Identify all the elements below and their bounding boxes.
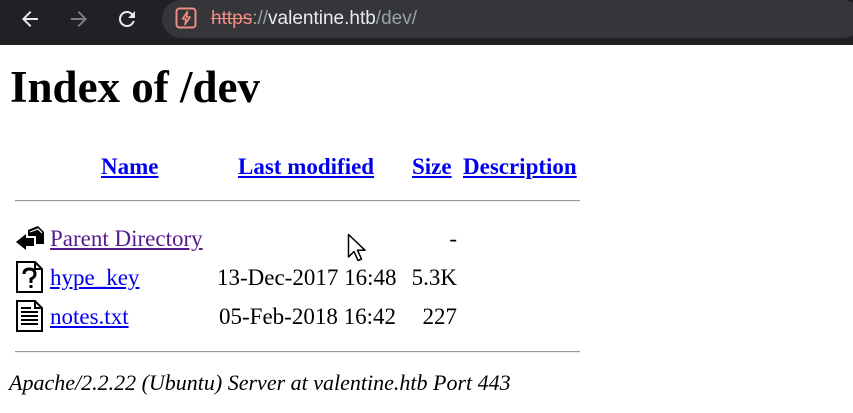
file-link-hype-key[interactable]: hype_key [50,264,139,292]
back-button[interactable] [17,6,43,32]
header-divider [15,200,580,202]
text-file-icon [14,300,46,332]
mouse-cursor-icon [347,233,369,268]
reload-icon [118,10,135,27]
back-folder-icon [14,222,46,254]
column-header-description[interactable]: Description [463,153,577,181]
url-host: valentine.htb [268,8,376,29]
page-title: Index of /dev [10,62,261,112]
parent-directory-link[interactable]: Parent Directory [50,225,203,253]
size-cell: - [449,226,457,251]
modified-cell: 05-Feb-2018 16:42 [219,304,396,329]
url-path: /dev/ [375,8,417,29]
size-cell: 5.3K [411,265,457,290]
unknown-file-icon [14,261,46,293]
forward-button[interactable] [66,6,92,32]
footer-divider [15,351,580,353]
modified-cell: 13-Dec-2017 16:48 [217,265,397,290]
file-link-notes-txt[interactable]: notes.txt [50,303,129,331]
column-header-size[interactable]: Size [412,153,452,181]
url-text[interactable]: https://valentine.htb/dev/ [211,6,417,32]
browser-toolbar: https://valentine.htb/dev/ [0,0,853,45]
size-cell: 227 [422,304,458,329]
reload-button[interactable] [114,6,140,32]
column-header-last-modified[interactable]: Last modified [238,153,374,181]
column-header-name[interactable]: Name [101,153,158,181]
url-scheme: https [211,8,253,29]
not-secure-warning-icon[interactable] [175,7,197,29]
server-signature: Apache/2.2.22 (Ubuntu) Server at valenti… [9,370,511,395]
arrow-left-icon [22,11,38,27]
url-separator: :// [252,8,269,29]
arrow-right-icon [71,11,87,27]
